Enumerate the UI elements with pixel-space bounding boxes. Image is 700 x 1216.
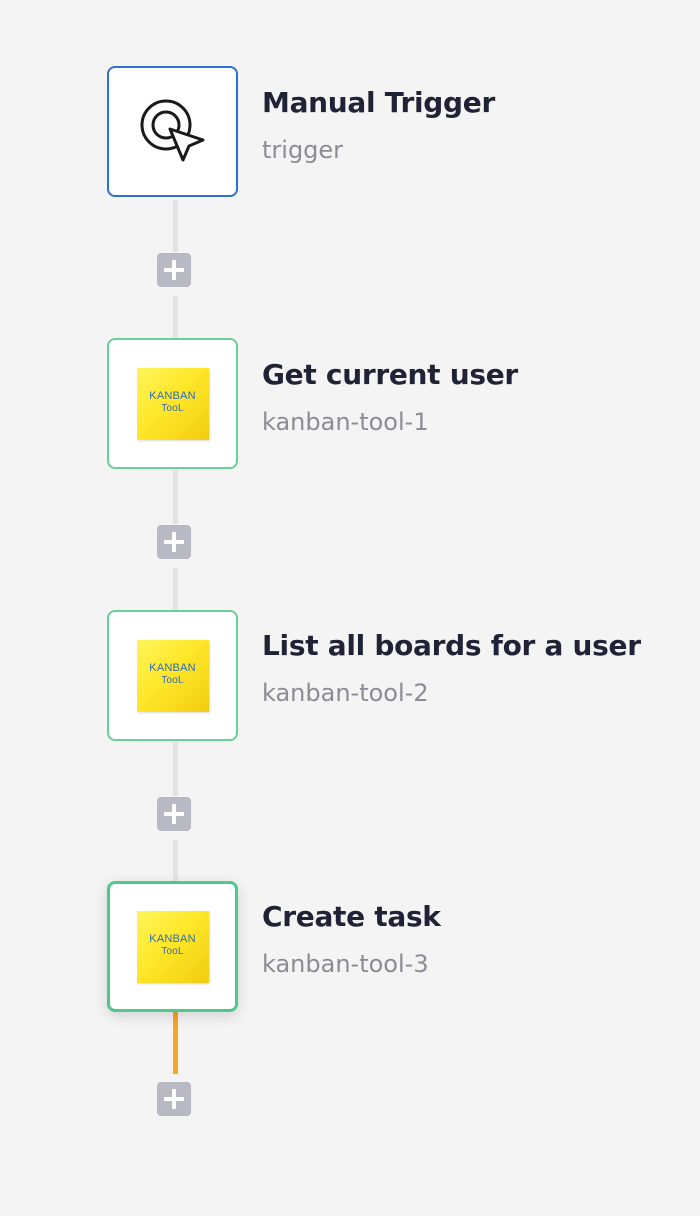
add-step-button[interactable] xyxy=(157,1082,191,1116)
add-step-button[interactable] xyxy=(157,253,191,287)
step-subtitle: kanban-tool-3 xyxy=(262,950,429,978)
step-card-list-all-boards[interactable]: KANBAN TooL xyxy=(107,610,238,741)
connector-line xyxy=(173,296,178,339)
connector-line xyxy=(173,568,178,611)
add-step-button[interactable] xyxy=(157,525,191,559)
active-connector-line xyxy=(173,1012,178,1074)
step-card-create-task[interactable]: KANBAN TooL xyxy=(107,881,238,1012)
step-title: Get current user xyxy=(262,358,518,391)
step-subtitle: kanban-tool-2 xyxy=(262,679,429,707)
connector-line xyxy=(173,742,178,796)
step-card-get-current-user[interactable]: KANBAN TooL xyxy=(107,338,238,469)
cursor-click-icon xyxy=(140,99,204,161)
step-title: Create task xyxy=(262,900,441,933)
step-subtitle: kanban-tool-1 xyxy=(262,408,429,436)
step-subtitle: trigger xyxy=(262,136,344,164)
kanban-tool-logo: KANBAN TooL xyxy=(136,639,209,712)
step-title: Manual Trigger xyxy=(262,86,495,119)
step-title: List all boards for a user xyxy=(262,629,641,662)
connector-line xyxy=(173,200,178,252)
add-step-button[interactable] xyxy=(157,797,191,831)
kanban-tool-logo: KANBAN TooL xyxy=(136,910,209,983)
connector-line xyxy=(173,840,178,883)
connector-line xyxy=(173,470,178,524)
step-card-manual-trigger[interactable] xyxy=(107,66,238,197)
kanban-tool-logo: KANBAN TooL xyxy=(136,367,209,440)
